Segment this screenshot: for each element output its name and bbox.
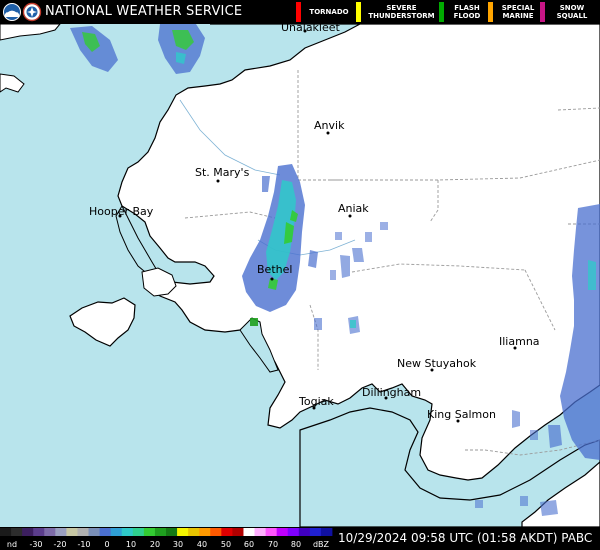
- colorbar-swatch: [210, 528, 222, 536]
- colorbar-swatch: [11, 528, 23, 536]
- city-label-anvik: Anvik: [314, 119, 345, 132]
- colorbar-tick-label: 80: [291, 540, 301, 549]
- colorbar-tick-labels: nd -30 -20 -10 0 10 20 30 40 50 60 70 80 dBZ: [7, 540, 330, 549]
- colorbar-tick-label: -30: [29, 540, 42, 549]
- colorbar-swatch: [166, 528, 178, 536]
- legend-swatch-tornado: [296, 2, 301, 22]
- colorbar-swatch: [254, 528, 266, 536]
- colorbar-swatch: [22, 528, 34, 536]
- legend-flash-flood: FLASH FLOOD: [439, 0, 488, 24]
- colorbar-swatch: [265, 528, 278, 536]
- legend-severe-thunderstorm: SEVERE THUNDERSTORM: [356, 0, 439, 24]
- colorbar-tick-label: nd: [7, 540, 17, 549]
- city-label-aniak: Aniak: [338, 202, 369, 215]
- colorbar-swatch: [276, 528, 289, 536]
- legend-swatch-snow-squall: [540, 2, 545, 22]
- colorbar-tick-label: 20: [150, 540, 160, 549]
- reflectivity-colorbar: nd -30 -20 -10 0 10 20 30 40 50 60 70 80 dBZ: [0, 528, 333, 549]
- legend-label-flash-flood: FLASH FLOOD: [453, 4, 481, 20]
- colorbar-swatch: [33, 528, 45, 536]
- colorbar-swatch: [243, 528, 255, 536]
- colorbar-tick-label: 0: [104, 540, 109, 549]
- colorbar-tick-label: 50: [221, 540, 231, 549]
- city-label-st-marys: St. Mary's: [195, 166, 250, 179]
- colorbar-swatch: [309, 528, 322, 536]
- legend-swatch-flash-flood: [439, 2, 444, 22]
- city-label-dillingham: Dillingham: [362, 386, 422, 399]
- city-label-king-salmon: King Salmon: [427, 408, 496, 421]
- colorbar-swatch: [199, 528, 211, 536]
- colorbar-tick-label: 40: [197, 540, 207, 549]
- colorbar-tick-label: dBZ: [313, 540, 330, 549]
- colorbar-swatch: [0, 528, 12, 536]
- colorbar-tick-label: -20: [53, 540, 66, 549]
- timestamp-station: 10/29/2024 09:58 UTC (01:58 AKDT) PABC: [338, 531, 592, 545]
- header-bar: NATIONAL WEATHER SERVICE TORNADO SEVERE …: [0, 0, 600, 24]
- colorbar-swatch: [221, 528, 233, 536]
- colorbar-swatch: [232, 528, 244, 536]
- city-label-iliamna: Iliamna: [499, 335, 540, 348]
- timestamp: 10/29/2024 09:58 UTC (01:58 AKDT): [338, 531, 558, 545]
- station-id: PABC: [561, 531, 593, 545]
- colorbar-swatch: [320, 528, 333, 536]
- city-label-new-stuyahok: New Stuyahok: [397, 357, 477, 370]
- legend-swatch-severe-thunderstorm: [356, 2, 361, 22]
- agency-title: NATIONAL WEATHER SERVICE: [45, 4, 243, 19]
- colorbar-swatches: [0, 528, 333, 536]
- city-label-hooper-bay: Hooper Bay: [89, 205, 154, 218]
- legend-special-marine: SPECIAL MARINE: [488, 0, 540, 24]
- legend-tornado: TORNADO: [296, 0, 356, 24]
- colorbar-tick-label: 30: [173, 540, 183, 549]
- colorbar-swatch: [298, 528, 311, 536]
- colorbar-swatch: [44, 528, 56, 536]
- colorbar-tick-label: 60: [244, 540, 254, 549]
- legend-label-severe-thunderstorm: SEVERE THUNDERSTORM: [368, 4, 435, 20]
- colorbar-swatch: [55, 528, 67, 536]
- radar-map-view: Unalakleet Anvik St. Mary's Hooper Bay A…: [0, 0, 600, 550]
- colorbar-swatch: [77, 528, 89, 536]
- footer-bar: nd -30 -20 -10 0 10 20 30 40 50 60 70 80 dBZ 10/29/20…: [0, 527, 600, 550]
- nws-logo-icon: [22, 2, 42, 22]
- colorbar-swatch: [177, 528, 189, 536]
- colorbar-swatch: [88, 528, 100, 536]
- colorbar-swatch: [99, 528, 112, 536]
- city-label-togiak: Togiak: [299, 395, 334, 408]
- legend-swatch-special-marine: [488, 2, 493, 22]
- city-label-bethel: Bethel: [257, 263, 293, 276]
- basemap[interactable]: [0, 0, 600, 550]
- colorbar-swatch: [66, 528, 78, 536]
- legend-label-tornado: TORNADO: [309, 8, 349, 16]
- colorbar-tick-label: 70: [268, 540, 278, 549]
- colorbar-swatch: [121, 528, 134, 536]
- colorbar-swatch: [143, 528, 156, 536]
- colorbar-swatch: [287, 528, 300, 536]
- colorbar-swatch: [110, 528, 123, 536]
- noaa-nws-logos: [3, 2, 42, 22]
- colorbar-tick-label: 10: [126, 540, 136, 549]
- colorbar-tick-label: -10: [77, 540, 90, 549]
- legend-label-snow-squall: SNOW SQUALL: [556, 4, 588, 20]
- noaa-logo-icon: [3, 3, 21, 21]
- colorbar-swatch: [188, 528, 200, 536]
- legend-label-special-marine: SPECIAL MARINE: [501, 4, 535, 20]
- colorbar-swatch: [132, 528, 145, 536]
- colorbar-swatch: [154, 528, 167, 536]
- legend-snow-squall: SNOW SQUALL: [540, 0, 598, 24]
